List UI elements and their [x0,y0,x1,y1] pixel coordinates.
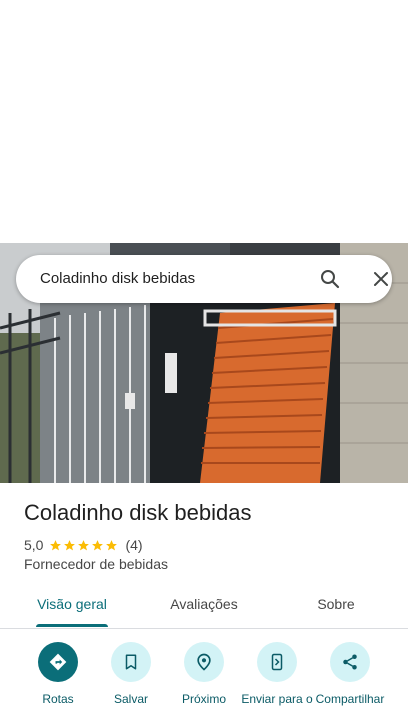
tab-about[interactable]: Sobre [286,586,386,628]
nearby-icon [197,653,211,671]
star-icon [78,539,90,550]
share-button[interactable]: Compartilhar [310,640,390,706]
send-to-phone-button[interactable]: Enviar para o [237,640,317,706]
bookmark-icon [125,654,137,670]
rating-value: 5,0 [24,537,44,553]
share-label: Compartilhar [315,692,385,706]
review-count[interactable]: (4) [125,537,142,553]
star-icon [64,539,76,550]
active-tab-indicator [36,624,108,627]
search-bar[interactable]: Coladinho disk bebidas [16,255,392,303]
tab-overview[interactable]: Visão geral [22,586,122,628]
tab-reviews[interactable]: Avaliações [154,586,254,628]
star-icon [106,539,118,550]
place-title: Coladinho disk bebidas [24,500,252,525]
star-icon [92,539,104,550]
send-to-phone-label: Enviar para o [241,692,313,706]
star-icon [50,539,62,550]
directions-button[interactable]: Rotas [18,640,98,706]
send-to-phone-icon [271,653,283,671]
star-rating [49,539,119,552]
save-label: Salvar [113,692,148,706]
directions-icon [49,653,67,671]
nearby-label: Próximo [181,692,226,706]
rating-row[interactable]: 5,0 (4) [24,536,143,554]
search-input[interactable]: Coladinho disk bebidas [40,255,195,303]
place-category: Fornecedor de bebidas [24,556,168,572]
tab-bar: Visão geral Avaliações Sobre [0,586,408,629]
search-icon[interactable] [318,267,342,291]
action-bar: Rotas Salvar Próximo Enviar para o Compa… [0,640,408,726]
close-icon[interactable] [369,267,393,291]
save-button[interactable]: Salvar [91,640,171,706]
nearby-button[interactable]: Próximo [164,640,244,706]
directions-label: Rotas [42,692,74,706]
share-icon [343,654,357,670]
